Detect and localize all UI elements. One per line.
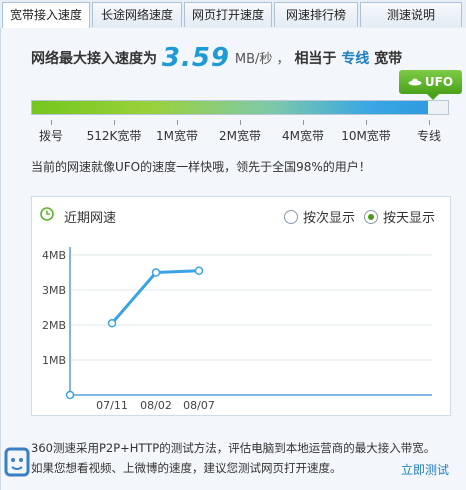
scale-tick [177, 120, 178, 125]
footer-info: 360测速采用P2P+HTTP的测试方法，评估电脑到本地运营商的最大接入带宽。 … [31, 438, 449, 488]
speed-value: 3.59 [161, 43, 231, 73]
recent-speed-chart: 4MB 3MB 2MB 1MB 07/11 08/02 08/07 [42, 247, 432, 412]
clock-icon [40, 207, 54, 221]
scale-label: 2M宽带 [219, 129, 261, 143]
headline-mid: 相当于 [294, 51, 337, 67]
recent-speed-title: 近期网速 [64, 211, 117, 226]
scale-label: 专线 [416, 129, 442, 143]
x-tick-label: 08/02 [140, 399, 172, 412]
tab-page-open-speed[interactable]: 网页打开速度 [184, 2, 272, 27]
scale-tick [114, 120, 115, 125]
tab-long-distance-speed[interactable]: 长途网络速度 [92, 2, 182, 27]
test-now-link[interactable]: 立即测试 [401, 460, 449, 480]
speed-progress-fill [32, 101, 429, 114]
footer-line-1: 360测速采用P2P+HTTP的测试方法，评估电脑到本地运营商的最大接入带宽。 [31, 441, 436, 455]
data-point [194, 266, 204, 275]
x-tick-label: 07/11 [96, 399, 128, 412]
radio-by-count[interactable]: 按次显示 [284, 207, 355, 226]
y-tick-label: 3MB [42, 284, 66, 297]
main-panel: 网络最大接入速度为 3.59 MB/秒 ， 相当于 专线 宽带 UFO 拨号 51… [0, 28, 466, 490]
ufo-badge-label: UFO [424, 75, 454, 89]
radio-by-day[interactable]: 按天显示 [364, 207, 435, 226]
scale-tick [303, 120, 304, 125]
y-tick-label: 1MB [42, 354, 66, 367]
y-tick-label: 2MB [42, 319, 66, 332]
radio-by-day-circle[interactable] [364, 210, 378, 224]
speed-headline: 网络最大接入速度为 3.59 MB/秒 ， 相当于 专线 宽带 [31, 40, 403, 73]
scale-label: 拨号 [38, 129, 64, 143]
scale-tick [366, 120, 367, 125]
speed-level: 专线 [341, 51, 370, 67]
watermark-logo [4, 447, 30, 477]
headline-prefix: 网络最大接入速度为 [31, 51, 157, 67]
speed-scale: 拨号 512K宽带 1M宽带 2M宽带 4M宽带 10M宽带 专线 [31, 120, 449, 150]
tab-bar: 宽带接入速度 长途网络速度 网页打开速度 网速排行榜 测速说明 [0, 0, 466, 29]
ufo-icon [408, 78, 422, 86]
origin-point [65, 390, 75, 400]
data-point [107, 319, 117, 328]
speed-unit: MB/秒 ， [234, 52, 290, 67]
tab-speed-ranking[interactable]: 网速排行榜 [274, 2, 358, 27]
scale-label: 1M宽带 [156, 129, 198, 143]
speed-progress-bar [31, 100, 449, 115]
scale-tick [51, 120, 52, 125]
scale-label: 4M宽带 [282, 129, 324, 143]
tab-broadband-speed[interactable]: 宽带接入速度 [2, 2, 90, 29]
scale-tick [240, 120, 241, 125]
scale-label: 10M宽带 [341, 129, 391, 143]
footer-line-2: 如果您想看视频、上微博的速度，建议您测试网页打开速度。 [31, 461, 342, 475]
scale-label: 512K宽带 [86, 129, 142, 143]
radio-by-count-circle[interactable] [284, 210, 298, 224]
data-point [151, 268, 161, 277]
series-line [110, 269, 200, 325]
radio-by-day-label: 按天显示 [383, 211, 436, 226]
speed-compare-text: 当前的网速就像UFO的速度一样快哦，领先于全国98%的用户！ [31, 160, 371, 174]
recent-speed-card: 近期网速 按次显示 按天显示 4MB 3MB 2MB 1MB 07/11 08/02 08/… [31, 196, 451, 416]
y-tick-label: 4MB [42, 249, 66, 262]
ufo-badge: UFO [399, 70, 462, 100]
scale-tick [429, 120, 430, 125]
headline-suffix: 宽带 [374, 51, 403, 67]
radio-by-count-label: 按次显示 [303, 211, 356, 226]
tab-speed-help[interactable]: 测速说明 [360, 2, 462, 27]
x-tick-label: 08/07 [183, 399, 215, 412]
